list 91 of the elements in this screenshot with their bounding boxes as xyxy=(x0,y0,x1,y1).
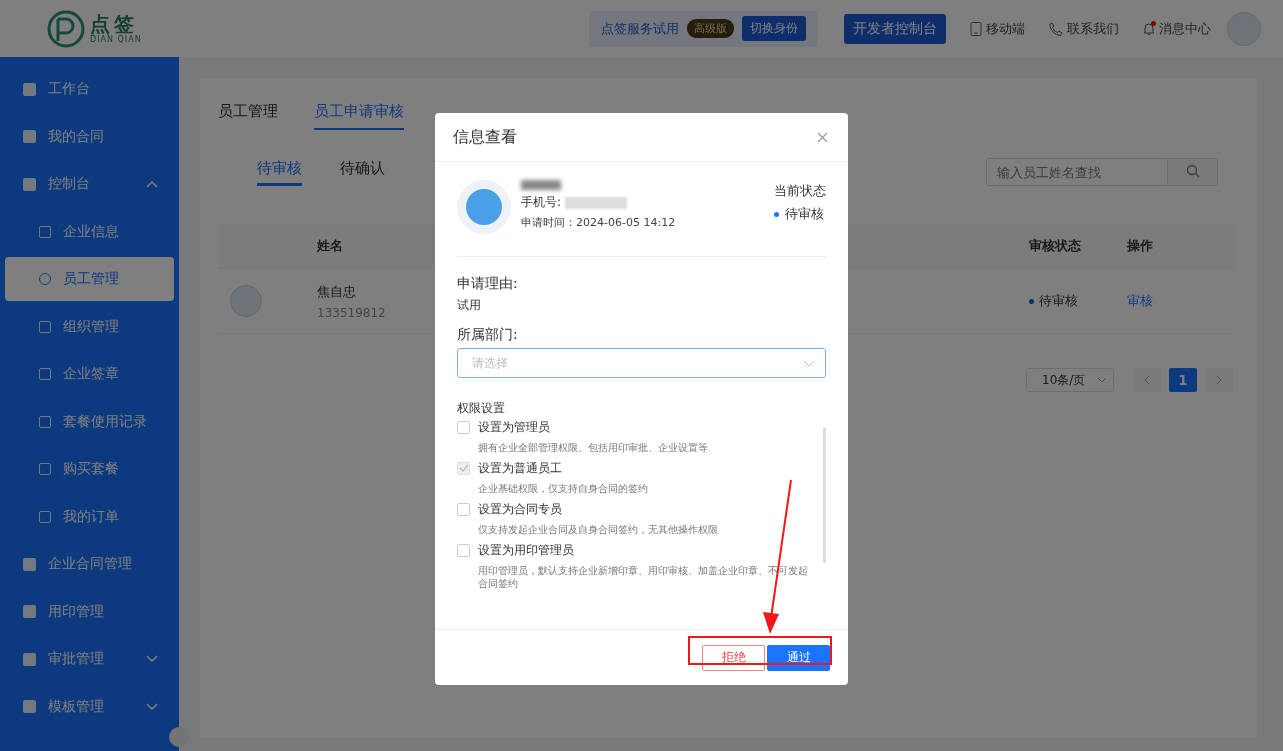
sidebar-item[interactable]: 审批管理 xyxy=(5,637,174,681)
switch-identity-button[interactable]: 切换身份 xyxy=(742,16,806,41)
tab[interactable]: 员工申请审核 xyxy=(314,102,404,130)
checkbox[interactable] xyxy=(457,543,470,557)
approve-button[interactable]: 通过 xyxy=(767,644,830,671)
menu-icon xyxy=(23,700,36,713)
status-text: 待审核 xyxy=(1029,292,1127,310)
subtab[interactable]: 待审核 xyxy=(257,158,302,186)
edition-badge: 高级版 xyxy=(687,19,734,38)
field-label: 所属部门: xyxy=(457,326,519,344)
dialog-title: 信息查看 xyxy=(453,126,517,148)
page-size-select[interactable]: 10条/页 xyxy=(1026,368,1114,392)
sidebar-subitem[interactable]: 企业信息 xyxy=(5,209,174,254)
telephone-icon xyxy=(1049,21,1063,36)
collapse-icon[interactable] xyxy=(169,727,189,747)
column-header: 操作 xyxy=(1127,237,1154,255)
checkbox[interactable] xyxy=(457,420,470,434)
logo-subtext: DIAN QIAN xyxy=(90,35,142,44)
status-label: 当前状态 xyxy=(774,182,826,200)
menu-icon xyxy=(39,368,51,380)
permission-checkbox[interactable]: 设置为管理员 xyxy=(457,417,817,437)
column-header: 审核状态 xyxy=(1029,237,1082,255)
menu-icon xyxy=(23,130,36,143)
status-text: 待审核 xyxy=(774,205,826,223)
permission-description: 拥有企业全部管理权限、包括用印审批、企业设置等 xyxy=(477,441,709,454)
search-field[interactable]: 输入员工姓名查找 xyxy=(986,158,1168,186)
table-cell: 焦自忠 xyxy=(317,282,356,301)
chevron-left-icon xyxy=(1143,374,1151,385)
review-link[interactable]: 审核 xyxy=(1127,292,1233,310)
avatar xyxy=(230,285,262,317)
column-header: 姓名 xyxy=(317,237,344,255)
search-button[interactable] xyxy=(1168,158,1218,186)
bell-icon xyxy=(1143,21,1155,36)
department-select[interactable]: 请选择 xyxy=(457,348,826,378)
menu-icon xyxy=(39,415,51,428)
permission-description: 用印管理员，默认支持企业新增印章、用印审核、加盖企业印章、不可发起合同签约 xyxy=(477,564,809,590)
phone-icon xyxy=(970,21,982,36)
redacted-block xyxy=(565,196,628,209)
sidebar-item[interactable]: 模板管理 xyxy=(5,684,174,729)
logo-icon xyxy=(46,8,86,49)
menu-icon xyxy=(39,463,51,475)
field-label: 申请理由: xyxy=(457,275,519,293)
menu-icon xyxy=(23,605,36,618)
permission-checkbox[interactable]: 设置为用印管理员 xyxy=(457,540,817,560)
section-label: 权限设置 xyxy=(457,400,506,417)
table-cell: 133519812 xyxy=(317,305,386,320)
phone-label: 手机号: xyxy=(521,194,562,211)
menu-icon xyxy=(23,557,36,571)
chevron-icon xyxy=(803,359,815,367)
menu-icon xyxy=(23,82,36,96)
close-icon[interactable] xyxy=(817,131,828,143)
applied-time: 申请时间：2024-06-05 14:12 xyxy=(521,215,677,230)
search-icon xyxy=(1185,163,1200,178)
permission-checkbox[interactable]: 设置为合同专员 xyxy=(457,499,817,519)
chevron-icon xyxy=(1097,377,1107,383)
tab[interactable]: 员工管理 xyxy=(218,102,278,130)
logo-text: 点签 xyxy=(90,13,138,35)
sidebar-subitem[interactable]: 企业签章 xyxy=(5,352,174,396)
next-page-button[interactable] xyxy=(1205,368,1233,392)
header-link[interactable]: 联系我们 xyxy=(1049,19,1119,38)
menu-icon xyxy=(23,652,36,666)
menu-icon xyxy=(39,320,51,333)
developer-console-button[interactable]: 开发者控制台 xyxy=(844,13,946,44)
sidebar-subitem[interactable]: 组织管理 xyxy=(5,304,174,349)
sidebar-item[interactable]: 控制台 xyxy=(5,162,174,206)
sidebar-item[interactable]: 用印管理 xyxy=(5,589,174,634)
subtab[interactable]: 待确认 xyxy=(340,158,385,186)
header-link[interactable]: 移动端 xyxy=(970,19,1025,38)
sidebar-item[interactable]: 我的合同 xyxy=(5,114,174,159)
permission-description: 仅支持发起企业合同及自身合同签约，无其他操作权限 xyxy=(477,523,719,536)
sidebar-subitem[interactable]: 套餐使用记录 xyxy=(5,399,174,444)
scrollbar[interactable] xyxy=(823,427,826,563)
user-avatar[interactable] xyxy=(1227,11,1261,46)
sidebar-subitem[interactable]: 购买套餐 xyxy=(5,447,174,491)
chevron-right-icon xyxy=(1215,374,1223,385)
sidebar-subitem[interactable]: 员工管理 xyxy=(5,257,174,301)
header-link[interactable]: 消息中心 xyxy=(1143,19,1211,38)
sidebar-item[interactable]: 企业合同管理 xyxy=(5,542,174,586)
sidebar-subitem[interactable]: 我的订单 xyxy=(5,494,174,539)
menu-icon xyxy=(23,177,36,191)
sidebar-item[interactable]: 工作台 xyxy=(5,67,174,111)
reject-button[interactable]: 拒绝 xyxy=(702,644,765,671)
page-button[interactable]: 1 xyxy=(1169,368,1197,392)
permission-description: 企业基础权限，仅支持自身合同的签约 xyxy=(477,482,649,495)
redacted-block xyxy=(521,180,561,190)
trial-label: 点签服务试用 xyxy=(601,19,679,38)
menu-icon xyxy=(39,225,51,238)
reason-text: 试用 xyxy=(457,297,482,314)
menu-icon xyxy=(39,510,51,523)
checkbox[interactable] xyxy=(457,502,470,516)
previous-page-button[interactable] xyxy=(1133,368,1161,392)
